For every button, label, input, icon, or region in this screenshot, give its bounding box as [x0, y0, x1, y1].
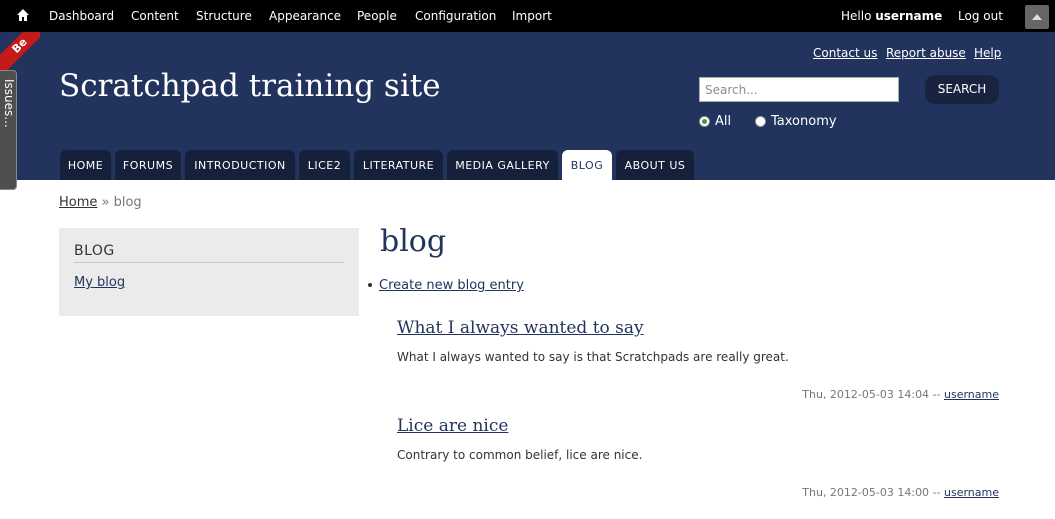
sidebar-title: BLOG [74, 243, 115, 259]
search-input[interactable] [699, 77, 899, 102]
breadcrumb: Home » blog [59, 195, 142, 210]
search-button[interactable]: SEARCH [925, 75, 999, 104]
toolbar-import[interactable]: Import [512, 9, 552, 23]
issues-tab-label: Issues... [2, 79, 16, 128]
help-link[interactable]: Help [974, 46, 1001, 60]
tab-blog[interactable]: BLOG [562, 150, 612, 180]
toolbar-structure[interactable]: Structure [196, 9, 252, 23]
post-body: What I always wanted to say is that Scra… [397, 350, 789, 364]
tab-home[interactable]: HOME [60, 150, 111, 180]
search-scope-taxonomy-label: Taxonomy [771, 114, 837, 129]
page-title: blog [380, 224, 447, 259]
home-icon[interactable] [15, 7, 31, 23]
create-blog-entry-link[interactable]: Create new blog entry [379, 278, 524, 293]
toolbar-username[interactable]: username [875, 9, 942, 23]
site-name[interactable]: Scratchpad training site [59, 68, 441, 104]
post-meta: Thu, 2012-05-03 14:00 -- username [802, 486, 999, 499]
search-scope-all-radio[interactable] [699, 116, 710, 127]
post-date: Thu, 2012-05-03 14:04 -- [802, 388, 944, 401]
toolbar-dashboard[interactable]: Dashboard [49, 9, 114, 23]
post-meta: Thu, 2012-05-03 14:04 -- username [802, 388, 999, 401]
sidebar-blog-block: BLOG My blog [59, 228, 359, 316]
search-scope-taxonomy-radio[interactable] [755, 116, 766, 127]
tab-literature[interactable]: LITERATURE [354, 150, 443, 180]
tab-forums[interactable]: FORUMS [115, 150, 181, 180]
beta-corner-ribbon: Be [0, 32, 40, 72]
toolbar-appearance[interactable]: Appearance [269, 9, 341, 23]
post-date: Thu, 2012-05-03 14:00 -- [802, 486, 944, 499]
post-author-link[interactable]: username [944, 388, 999, 401]
tab-media-gallery[interactable]: MEDIA GALLERY [447, 150, 558, 180]
issues-tab[interactable]: Issues... [0, 70, 17, 190]
hello-prefix: Hello [841, 9, 876, 23]
toolbar-toggle-button[interactable] [1025, 5, 1049, 29]
sidebar-divider [74, 262, 344, 263]
breadcrumb-separator: » [97, 195, 114, 210]
post-title-link[interactable]: Lice are nice [397, 416, 508, 436]
post-title-link[interactable]: What I always wanted to say [397, 318, 644, 338]
toolbar-configuration[interactable]: Configuration [415, 9, 496, 23]
my-blog-link[interactable]: My blog [74, 275, 125, 290]
list-bullet [368, 283, 372, 287]
logout-link[interactable]: Log out [958, 9, 1003, 23]
post-author-link[interactable]: username [944, 486, 999, 499]
hello-user: Hello username [841, 9, 942, 23]
beta-ribbon-label: Be [0, 32, 40, 72]
tab-introduction[interactable]: INTRODUCTION [185, 150, 295, 180]
breadcrumb-home-link[interactable]: Home [59, 195, 97, 210]
contact-us-link[interactable]: Contact us [813, 46, 877, 60]
toolbar-content[interactable]: Content [131, 9, 179, 23]
toolbar-people[interactable]: People [357, 9, 397, 23]
breadcrumb-current: blog [113, 195, 142, 210]
tab-about-us[interactable]: ABOUT US [616, 150, 694, 180]
post-body: Contrary to common belief, lice are nice… [397, 448, 643, 462]
search-scope-all-label: All [715, 114, 732, 129]
report-abuse-link[interactable]: Report abuse [886, 46, 966, 60]
tab-lice2[interactable]: LICE2 [299, 150, 350, 180]
admin-toolbar: Dashboard Content Structure Appearance P… [0, 0, 1055, 32]
